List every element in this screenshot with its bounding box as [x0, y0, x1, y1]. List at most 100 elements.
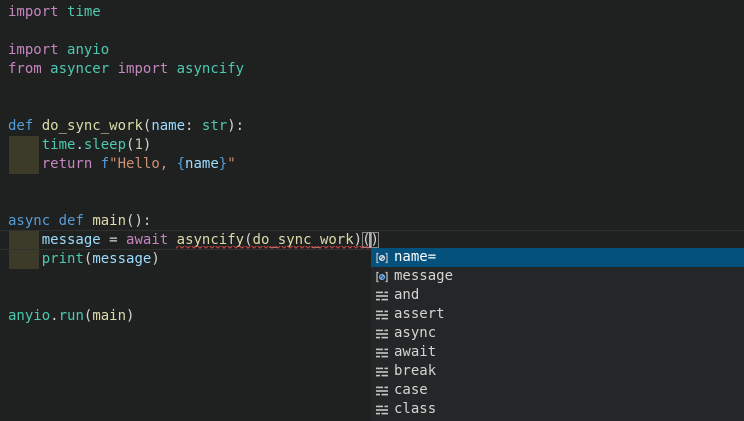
- code-token[interactable]: import: [8, 4, 59, 20]
- suggestion-item[interactable]: assert: [371, 305, 744, 324]
- suggestion-label: break: [394, 362, 436, 381]
- code-token[interactable]: [8, 232, 42, 248]
- code-line[interactable]: import anyio: [8, 41, 379, 60]
- suggestion-label: and: [394, 286, 419, 305]
- code-line[interactable]: def do_sync_work(name: str):: [8, 117, 379, 136]
- code-line[interactable]: [8, 174, 379, 193]
- suggestion-item[interactable]: name=: [371, 248, 744, 267]
- code-token[interactable]: [101, 232, 109, 248]
- code-token[interactable]: [59, 42, 67, 58]
- symbol-variable-icon: [374, 269, 390, 285]
- code-token[interactable]: [92, 156, 100, 172]
- suggestion-item[interactable]: break: [371, 362, 744, 381]
- code-token[interactable]: ): [143, 137, 151, 153]
- suggestion-label: name=: [394, 248, 436, 267]
- suggestion-item[interactable]: message: [371, 267, 744, 286]
- suggestion-item[interactable]: async: [371, 324, 744, 343]
- code-line[interactable]: [8, 288, 379, 307]
- code-token[interactable]: ): [126, 308, 134, 324]
- code-token[interactable]: print: [42, 251, 84, 267]
- code-line[interactable]: from asyncer import asyncify: [8, 60, 379, 79]
- code-token[interactable]: time: [42, 137, 76, 153]
- code-token[interactable]: =: [109, 232, 117, 248]
- symbol-keyword-icon: [374, 326, 390, 342]
- code-line[interactable]: import time: [8, 3, 379, 22]
- suggestion-item[interactable]: case: [371, 381, 744, 400]
- symbol-keyword-icon: [374, 383, 390, 399]
- code-token[interactable]: .: [75, 137, 83, 153]
- symbol-keyword-icon: [374, 364, 390, 380]
- code-line[interactable]: [8, 269, 379, 288]
- suggestion-item[interactable]: await: [371, 343, 744, 362]
- code-token[interactable]: ": [227, 156, 235, 172]
- code-token[interactable]: .: [50, 308, 58, 324]
- code-token[interactable]: [33, 118, 41, 134]
- code-token[interactable]: [168, 61, 176, 77]
- code-line[interactable]: [8, 193, 379, 212]
- code-line[interactable]: return f"Hello, {name}": [8, 155, 379, 174]
- suggestion-label: await: [394, 343, 436, 362]
- code-token[interactable]: anyio: [67, 42, 109, 58]
- code-token[interactable]: from: [8, 61, 42, 77]
- code-token[interactable]: message: [92, 251, 151, 267]
- code-token[interactable]: sleep: [84, 137, 126, 153]
- code-token[interactable]: ):: [227, 118, 244, 134]
- code-token[interactable]: [42, 61, 50, 77]
- code-token[interactable]: [193, 118, 201, 134]
- code-line[interactable]: async def main():: [8, 212, 379, 231]
- suggestion-label: class: [394, 400, 436, 419]
- code-line[interactable]: time.sleep(1): [8, 136, 379, 155]
- text-cursor: [369, 232, 371, 248]
- code-token[interactable]: [109, 61, 117, 77]
- suggestion-label: assert: [394, 305, 445, 324]
- code-token[interactable]: [8, 137, 42, 153]
- code-token[interactable]: "Hello,: [109, 156, 176, 172]
- code-token[interactable]: asyncify: [177, 61, 244, 77]
- code-editor[interactable]: import timeimport anyiofrom asyncer impo…: [0, 0, 744, 421]
- code-token[interactable]: {: [177, 156, 185, 172]
- code-line[interactable]: anyio.run(main): [8, 307, 379, 326]
- symbol-keyword-icon: [374, 402, 390, 418]
- code-token[interactable]: [118, 232, 126, 248]
- code-token[interactable]: [8, 156, 42, 172]
- code-token[interactable]: async: [8, 213, 50, 229]
- suggestion-label: case: [394, 381, 428, 400]
- code-token[interactable]: [8, 251, 42, 267]
- code-token[interactable]: ): [151, 251, 159, 267]
- code-token[interactable]: return: [42, 156, 93, 172]
- code-token[interactable]: str: [202, 118, 227, 134]
- suggestion-item[interactable]: class: [371, 400, 744, 419]
- code-token[interactable]: message: [42, 232, 101, 248]
- code-token[interactable]: [50, 213, 58, 229]
- code-line[interactable]: [8, 22, 379, 41]
- code-token[interactable]: def: [8, 118, 33, 134]
- code-token[interactable]: }: [219, 156, 227, 172]
- code-line[interactable]: [8, 79, 379, 98]
- code-token[interactable]: def: [59, 213, 84, 229]
- symbol-variable-icon: [374, 250, 390, 266]
- code-token[interactable]: import: [8, 42, 59, 58]
- code-token[interactable]: [59, 4, 67, 20]
- code-token[interactable]: asyncer: [50, 61, 109, 77]
- suggest-widget: name=messageandassertasyncawaitbreakcase…: [371, 248, 744, 421]
- code-token[interactable]: 1: [134, 137, 142, 153]
- code-token[interactable]: time: [67, 4, 101, 20]
- matched-bracket[interactable]: ): [371, 232, 379, 248]
- code-token[interactable]: f: [101, 156, 109, 172]
- code-token[interactable]: name: [151, 118, 185, 134]
- code-line[interactable]: print(message): [8, 250, 379, 269]
- code-token[interactable]: run: [59, 308, 84, 324]
- code-area[interactable]: import timeimport anyiofrom asyncer impo…: [0, 3, 379, 326]
- suggestion-label: message: [394, 267, 453, 286]
- code-token[interactable]: main: [92, 213, 126, 229]
- code-token[interactable]: anyio: [8, 308, 50, 324]
- code-token[interactable]: import: [118, 61, 169, 77]
- suggestion-item[interactable]: and: [371, 286, 744, 305]
- code-token[interactable]: ():: [126, 213, 151, 229]
- code-line[interactable]: [8, 98, 379, 117]
- code-token[interactable]: main: [92, 308, 126, 324]
- code-token[interactable]: name: [185, 156, 219, 172]
- symbol-keyword-icon: [374, 307, 390, 323]
- code-token[interactable]: do_sync_work: [42, 118, 143, 134]
- code-token[interactable]: await: [126, 232, 168, 248]
